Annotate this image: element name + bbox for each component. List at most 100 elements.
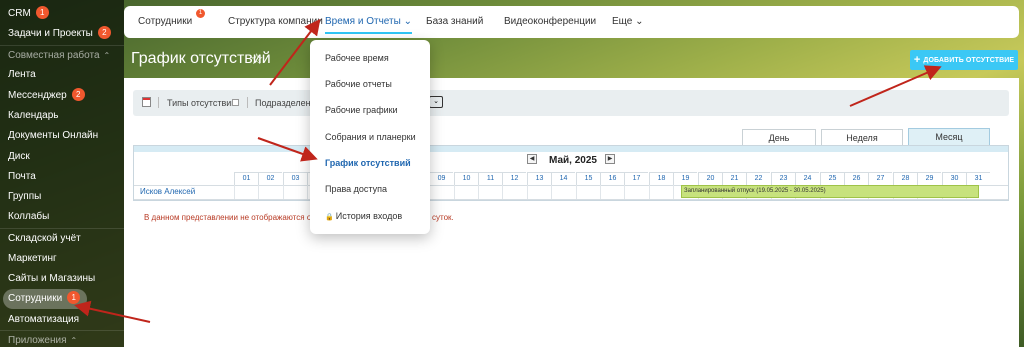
sidebar-item-warehouse[interactable]: Складской учёт [0,229,124,249]
day-header-cell: 12 [502,172,526,185]
day-header-cell: 24 [795,172,819,185]
sidebar-item-label: Группы [8,191,42,202]
day-header-cell: 01 [234,172,258,185]
department-select[interactable]: ⌄ [429,96,443,108]
employee-day-cell[interactable] [576,185,600,199]
prev-month-button[interactable]: ◀ [527,154,537,164]
sidebar-item-label: Лента [8,69,36,80]
menu-item-label: История входов [335,211,403,221]
chevron-up-icon: ⌃ [103,51,111,60]
sidebar-item-sites[interactable]: Сайты и Магазины [0,269,124,289]
employee-day-cell[interactable] [429,185,453,199]
add-absence-label: ДОБАВИТЬ ОТСУТСТВИЕ [923,57,1015,64]
menu-item-access-rights[interactable]: Права доступа [310,180,430,198]
employee-day-cell[interactable] [478,185,502,199]
time-reports-dropdown: Рабочее время Рабочие отчеты Рабочие гра… [310,40,430,234]
counter-badge: 2 [71,88,85,101]
tab-company-structure[interactable]: Структура компании [228,6,323,38]
tab-week[interactable]: Неделя [821,129,903,145]
day-header-cell: 14 [551,172,575,185]
employee-day-cell[interactable] [649,185,673,199]
tab-label: База знаний [426,16,484,27]
sidebar-item-employees[interactable]: Сотрудники 1 [3,289,87,309]
tab-video-conferences[interactable]: Видеоконференции [504,6,596,38]
day-header-cell: 20 [698,172,722,185]
next-month-button[interactable]: ▶ [605,154,615,164]
employee-day-cell[interactable] [258,185,282,199]
divider [247,97,248,108]
employee-day-cell[interactable] [527,185,551,199]
day-header-cell: 31 [966,172,990,185]
tab-more[interactable]: Еще ⌄ [612,6,644,38]
sidebar-item-label: Мессенджер [8,90,67,101]
employee-name-link[interactable]: Исков Алексей [140,187,195,196]
sidebar-item-label: Приложения [8,335,67,346]
calendar-header-strip [134,146,1008,152]
calendar-note-end: суток. [432,213,454,222]
sidebar-section-collaboration[interactable]: Совместная работа ⌃ [0,46,124,66]
counter-badge: 1 [67,291,81,304]
employee-day-cell[interactable] [283,185,307,199]
chevron-up-icon: ⌃ [70,336,78,345]
tab-label: Время и Отчеты [325,16,401,27]
sidebar-item-messenger[interactable]: Мессенджер 2 [0,86,124,106]
month-label: Май, 2025 [549,155,597,166]
employee-day-cell[interactable] [551,185,575,199]
menu-item-work-schedules[interactable]: Рабочие графики [310,101,430,119]
menu-item-work-time[interactable]: Рабочее время [310,49,430,67]
sidebar-item-label: Автоматизация [8,314,80,325]
sidebar-section-apps[interactable]: Приложения ⌃ [0,331,124,347]
day-header-cell: 15 [576,172,600,185]
tab-label: Структура компании [228,16,323,27]
calendar-icon[interactable] [142,97,151,107]
sidebar-item-docs-online[interactable]: Документы Онлайн [0,126,124,146]
sidebar-item-crm[interactable]: CRM 1 [0,4,124,24]
sidebar-item-automation[interactable]: Автоматизация [0,310,124,330]
row-divider [134,199,1008,200]
employee-day-cell[interactable] [234,185,258,199]
day-header-cell: 23 [771,172,795,185]
tab-employees[interactable]: Сотрудники 1 [138,6,205,38]
absence-bar[interactable]: Запланированный отпуск (19.05.2025 - 30.… [681,185,979,198]
sidebar-item-label: Складской учёт [8,233,81,244]
sidebar-item-collabs[interactable]: Коллабы [0,207,124,227]
add-absence-button[interactable]: + ДОБАВИТЬ ОТСУТСТВИЕ [910,50,1018,70]
day-header-cell: 10 [454,172,478,185]
sidebar-item-drive[interactable]: Диск [0,147,124,167]
sidebar-item-mail[interactable]: Почта [0,167,124,187]
tab-time-reports[interactable]: Время и Отчеты ⌄ [325,6,412,38]
day-header-cell: 11 [478,172,502,185]
sidebar-item-groups[interactable]: Группы [0,187,124,207]
day-header-cell: 22 [746,172,770,185]
sidebar-item-label: Почта [8,171,36,182]
employee-day-cell[interactable] [624,185,648,199]
day-header-cell: 27 [868,172,892,185]
sidebar-item-label: Совместная работа [8,50,100,61]
sidebar-item-marketing[interactable]: Маркетинг [0,249,124,269]
sidebar-item-label: Сотрудники [8,293,63,304]
menu-item-absence-chart[interactable]: График отсутствий [310,154,430,172]
sidebar-item-tasks[interactable]: Задачи и Проекты 2 [0,24,124,44]
lock-icon: 🔒 [325,214,334,221]
star-icon[interactable]: ☆ [250,50,263,68]
sidebar-item-label: CRM [8,8,31,19]
menu-item-work-reports[interactable]: Рабочие отчеты [310,75,430,93]
tab-day[interactable]: День [742,129,816,145]
employee-day-cell[interactable] [600,185,624,199]
tab-month[interactable]: Месяц [908,128,990,146]
absence-types-toggle-icon[interactable] [232,99,239,106]
sidebar-item-label: Сайты и Магазины [8,273,96,284]
menu-item-meetings[interactable]: Собрания и планерки [310,128,430,146]
day-header-cell: 03 [283,172,307,185]
sidebar-item-feed[interactable]: Лента [0,65,124,85]
employee-day-cell[interactable] [454,185,478,199]
sidebar-item-label: Задачи и Проекты [8,28,93,39]
counter-badge: 1 [196,9,205,18]
top-navigation: Сотрудники 1 Структура компании Время и О… [124,6,1019,38]
day-header-cell: 28 [893,172,917,185]
sidebar-item-calendar[interactable]: Календарь [0,106,124,126]
employee-day-cell[interactable] [502,185,526,199]
menu-item-login-history[interactable]: 🔒 История входов [310,207,430,225]
tab-knowledge-base[interactable]: База знаний [426,6,483,38]
sidebar-item-label: Коллабы [8,211,50,222]
